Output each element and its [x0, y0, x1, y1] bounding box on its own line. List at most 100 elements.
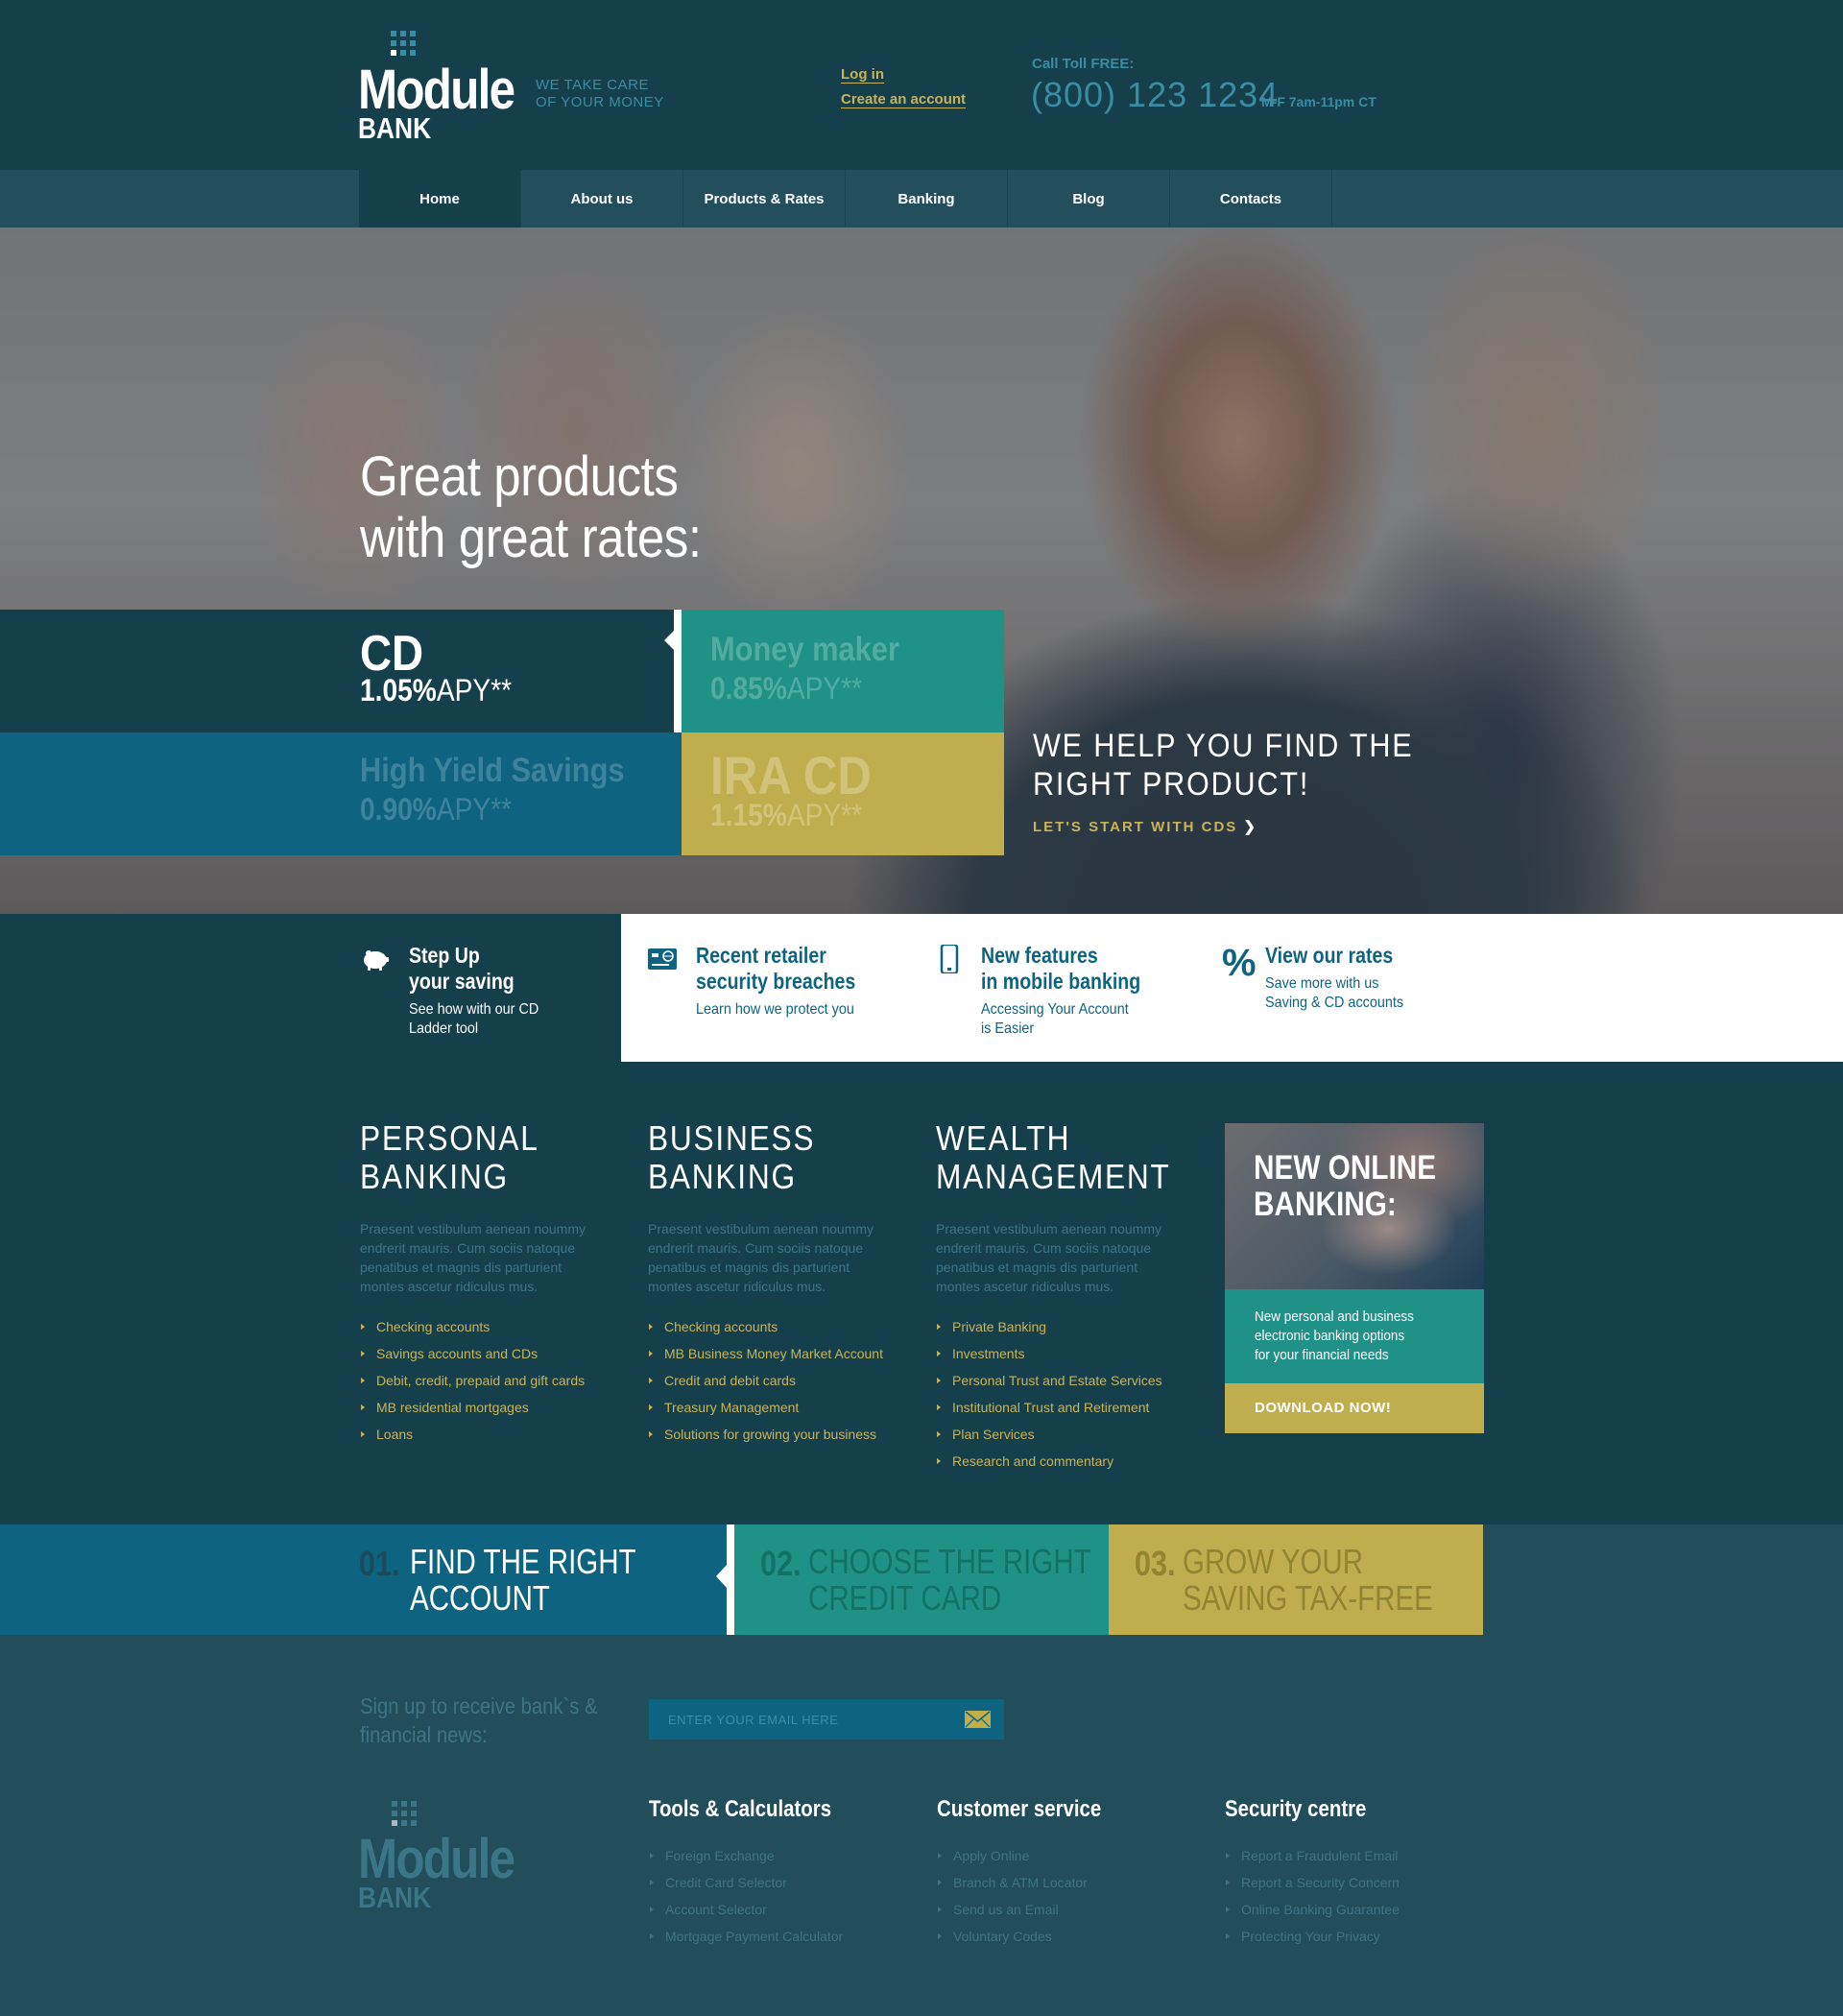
- list-link[interactable]: Research and commentary: [936, 1448, 1195, 1475]
- rate-suffix: APY**: [436, 673, 513, 708]
- list-link[interactable]: Personal Trust and Estate Services: [936, 1367, 1195, 1394]
- column-title-line: WEALTH: [936, 1118, 1071, 1158]
- help-title-line: RIGHT PRODUCT!: [1033, 766, 1310, 803]
- nav-item-contacts[interactable]: Contacts: [1170, 170, 1332, 228]
- list-link[interactable]: Loans: [360, 1421, 619, 1448]
- desc-line: penatibus et magnis dis parturient: [648, 1260, 850, 1275]
- nav-item-blog[interactable]: Blog: [1008, 170, 1170, 228]
- rate-tab-money-maker[interactable]: Money maker 0.85%APY**: [682, 610, 1004, 732]
- desc-line: endrerit mauris. Cum sociis natoque: [360, 1240, 576, 1256]
- feature-desc-line: Save more with us: [1265, 975, 1379, 992]
- promo-title-line: BANKING:: [1254, 1186, 1397, 1223]
- rate-suffix: APY**: [436, 792, 513, 827]
- download-now-button[interactable]: DOWNLOAD NOW!: [1225, 1383, 1484, 1433]
- promo-title-line: NEW ONLINE: [1254, 1149, 1437, 1187]
- feature-desc: Accessing Your Account is Easier: [981, 1000, 1129, 1039]
- help-title: WE HELP YOU FIND THE RIGHT PRODUCT!: [1033, 727, 1413, 804]
- nav-item-home[interactable]: Home: [359, 170, 521, 228]
- online-banking-promo: NEW ONLINE BANKING: New personal and busi…: [1225, 1123, 1484, 1433]
- feature-desc-line: Learn how we protect you: [696, 1001, 854, 1018]
- list-link[interactable]: MB Business Money Market Account: [648, 1340, 907, 1367]
- start-with-cds-label: LET'S START WITH CDS: [1033, 819, 1238, 835]
- feature-title-line: View our rates: [1265, 943, 1394, 968]
- column-title-line: BANKING: [648, 1157, 797, 1196]
- list-link[interactable]: MB residential mortgages: [360, 1394, 619, 1421]
- step-number: 01.: [359, 1544, 400, 1583]
- list-link[interactable]: Checking accounts: [648, 1313, 907, 1340]
- envelope-icon[interactable]: [965, 1711, 991, 1728]
- list-link[interactable]: Debit, credit, prepaid and gift cards: [360, 1367, 619, 1394]
- footer-link[interactable]: Mortgage Payment Calculator: [649, 1923, 864, 1950]
- feature-title-line: Recent retailer: [696, 943, 826, 968]
- list-link[interactable]: Investments: [936, 1340, 1195, 1367]
- list-link[interactable]: Treasury Management: [648, 1394, 907, 1421]
- footer-link[interactable]: Report a Security Concern: [1225, 1869, 1400, 1896]
- step-find-account[interactable]: 01. FIND THE RIGHT ACCOUNT: [0, 1524, 727, 1635]
- list-link[interactable]: Savings accounts and CDs: [360, 1340, 619, 1367]
- list-link[interactable]: Plan Services: [936, 1421, 1195, 1448]
- active-tab-arrow-icon: [664, 629, 676, 652]
- help-title-line: WE HELP YOU FIND THE: [1033, 728, 1414, 764]
- feature-title-line: Step Up: [409, 943, 480, 968]
- step-grow-saving[interactable]: 03. GROW YOUR SAVING TAX-FREE: [1109, 1524, 1483, 1635]
- rate-tab-ira-cd[interactable]: IRA CD 1.15%APY**: [682, 732, 1004, 855]
- rate-tab-cd[interactable]: CD 1.05%APY**: [0, 610, 674, 732]
- nav-item-banking[interactable]: Banking: [846, 170, 1008, 228]
- footer-link[interactable]: Online Banking Guarantee: [1225, 1896, 1400, 1923]
- footer-link[interactable]: Account Selector: [649, 1896, 864, 1923]
- footer-link[interactable]: Credit Card Selector: [649, 1869, 864, 1896]
- login-link[interactable]: Log in: [841, 67, 884, 84]
- column-description: Praesent vestibulum aenean noummy endreri…: [936, 1219, 1195, 1296]
- hero-title-line: Great products: [360, 445, 679, 508]
- list-link[interactable]: Credit and debit cards: [648, 1367, 907, 1394]
- list-link[interactable]: Solutions for growing your business: [648, 1421, 907, 1448]
- create-account-link[interactable]: Create an account: [841, 92, 967, 108]
- link-list: Checking accounts MB Business Money Mark…: [648, 1313, 907, 1448]
- step-choose-credit-card[interactable]: 02. CHOOSE THE RIGHT CREDIT CARD: [734, 1524, 1109, 1635]
- rate-value: 1.05%APY**: [360, 673, 512, 708]
- rate-percent: 0.85%: [710, 671, 787, 706]
- feature-desc-line: Saving & CD accounts: [1265, 995, 1404, 1011]
- footer-tools-column: Tools & Calculators Foreign Exchange Cre…: [649, 1796, 864, 1950]
- rate-tab-high-yield-savings[interactable]: High Yield Savings 0.90%APY**: [0, 732, 682, 855]
- step-divider: [727, 1524, 734, 1635]
- feature-desc: Learn how we protect you: [696, 1000, 854, 1020]
- footer-column-title: Customer service: [937, 1796, 1102, 1822]
- main-nav: Home About us Products & Rates Banking B…: [0, 170, 1843, 228]
- desc-line: endrerit mauris. Cum sociis natoque: [936, 1240, 1152, 1256]
- footer-logo-bank[interactable]: BANK: [358, 1881, 431, 1915]
- personal-banking-column: PERSONAL BANKING Praesent vestibulum aene…: [360, 1119, 619, 1448]
- step-text-line: SAVING TAX-FREE: [1183, 1578, 1433, 1618]
- logo-bank[interactable]: BANK: [358, 111, 431, 146]
- newsletter-label: Sign up to receive bank`s & financial new…: [360, 1692, 598, 1749]
- promo-phone-image: NEW ONLINE BANKING:: [1225, 1123, 1484, 1289]
- list-link[interactable]: Checking accounts: [360, 1313, 619, 1340]
- footer-link-list: Foreign Exchange Credit Card Selector Ac…: [649, 1842, 864, 1950]
- start-with-cds-link[interactable]: LET'S START WITH CDS ❯: [1033, 818, 1257, 835]
- link-list: Private Banking Investments Personal Tru…: [936, 1313, 1195, 1475]
- credit-card-globe-icon: [648, 948, 677, 970]
- phone-number: (800) 123 1234: [1031, 75, 1280, 114]
- hero-title-line: with great rates:: [360, 507, 702, 569]
- footer-link[interactable]: Voluntary Codes: [937, 1923, 1130, 1950]
- footer-link[interactable]: Apply Online: [937, 1842, 1130, 1869]
- features-strip: Step Up your saving See how with our CD La…: [0, 914, 1843, 1062]
- nav-item-products-rates[interactable]: Products & Rates: [683, 170, 846, 228]
- footer-link[interactable]: Report a Fraudulent Email: [1225, 1842, 1400, 1869]
- email-input[interactable]: [668, 1699, 956, 1740]
- footer-link[interactable]: Protecting Your Privacy: [1225, 1923, 1400, 1950]
- list-link[interactable]: Institutional Trust and Retirement: [936, 1394, 1195, 1421]
- banking-section: PERSONAL BANKING Praesent vestibulum aene…: [0, 1062, 1843, 1524]
- list-link[interactable]: Private Banking: [936, 1313, 1195, 1340]
- rate-suffix: APY**: [786, 798, 863, 832]
- footer-link-list: Report a Fraudulent Email Report a Secur…: [1225, 1842, 1400, 1950]
- footer-link[interactable]: Branch & ATM Locator: [937, 1869, 1130, 1896]
- footer-link[interactable]: Send us an Email: [937, 1896, 1130, 1923]
- desc-line: montes ascetur ridiculus mus.: [360, 1279, 539, 1294]
- nav-item-about-us[interactable]: About us: [521, 170, 683, 228]
- footer-link[interactable]: Foreign Exchange: [649, 1842, 864, 1869]
- envelope-glyph: [965, 1711, 991, 1728]
- feature-highlight-bg: [0, 914, 621, 1062]
- hero-banner: Great products with great rates: CD 1.05…: [0, 228, 1843, 914]
- steps-bar: 01. FIND THE RIGHT ACCOUNT 02. CHOOSE THE…: [0, 1524, 1843, 1635]
